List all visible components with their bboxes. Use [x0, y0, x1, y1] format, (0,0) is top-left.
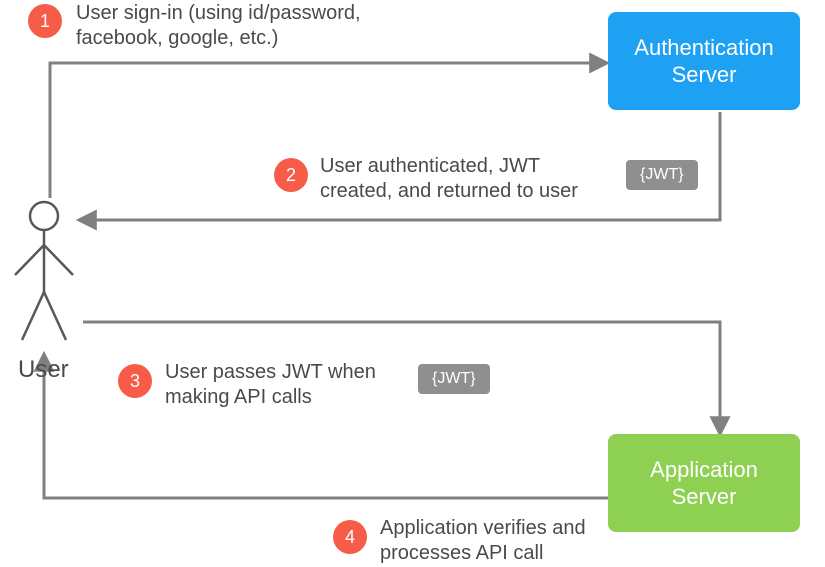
jwt-badge-2: {JWT} [418, 364, 490, 394]
step-1-badge: 1 [28, 4, 62, 38]
step-4-badge: 4 [333, 520, 367, 554]
step-4-number: 4 [345, 527, 355, 548]
step-1-text: User sign-in (using id/password, faceboo… [76, 1, 361, 51]
authentication-server-label: Authentication Server [634, 34, 773, 89]
jwt-badge-1: {JWT} [626, 160, 698, 190]
step-3-badge: 3 [118, 364, 152, 398]
step-2-number: 2 [286, 165, 296, 186]
step-1-number: 1 [40, 11, 50, 32]
step-2-badge: 2 [274, 158, 308, 192]
step-4-text: Application verifies and processes API c… [380, 516, 586, 566]
user-icon [15, 202, 73, 340]
step-2-text: User authenticated, JWT created, and ret… [320, 154, 578, 204]
user-label: User [18, 356, 69, 384]
step-3-number: 3 [130, 371, 140, 392]
step-3-text: User passes JWT when making API calls [165, 360, 376, 410]
application-server-box: Application Server [608, 434, 800, 532]
application-server-label: Application Server [650, 456, 758, 511]
authentication-server-box: Authentication Server [608, 12, 800, 110]
